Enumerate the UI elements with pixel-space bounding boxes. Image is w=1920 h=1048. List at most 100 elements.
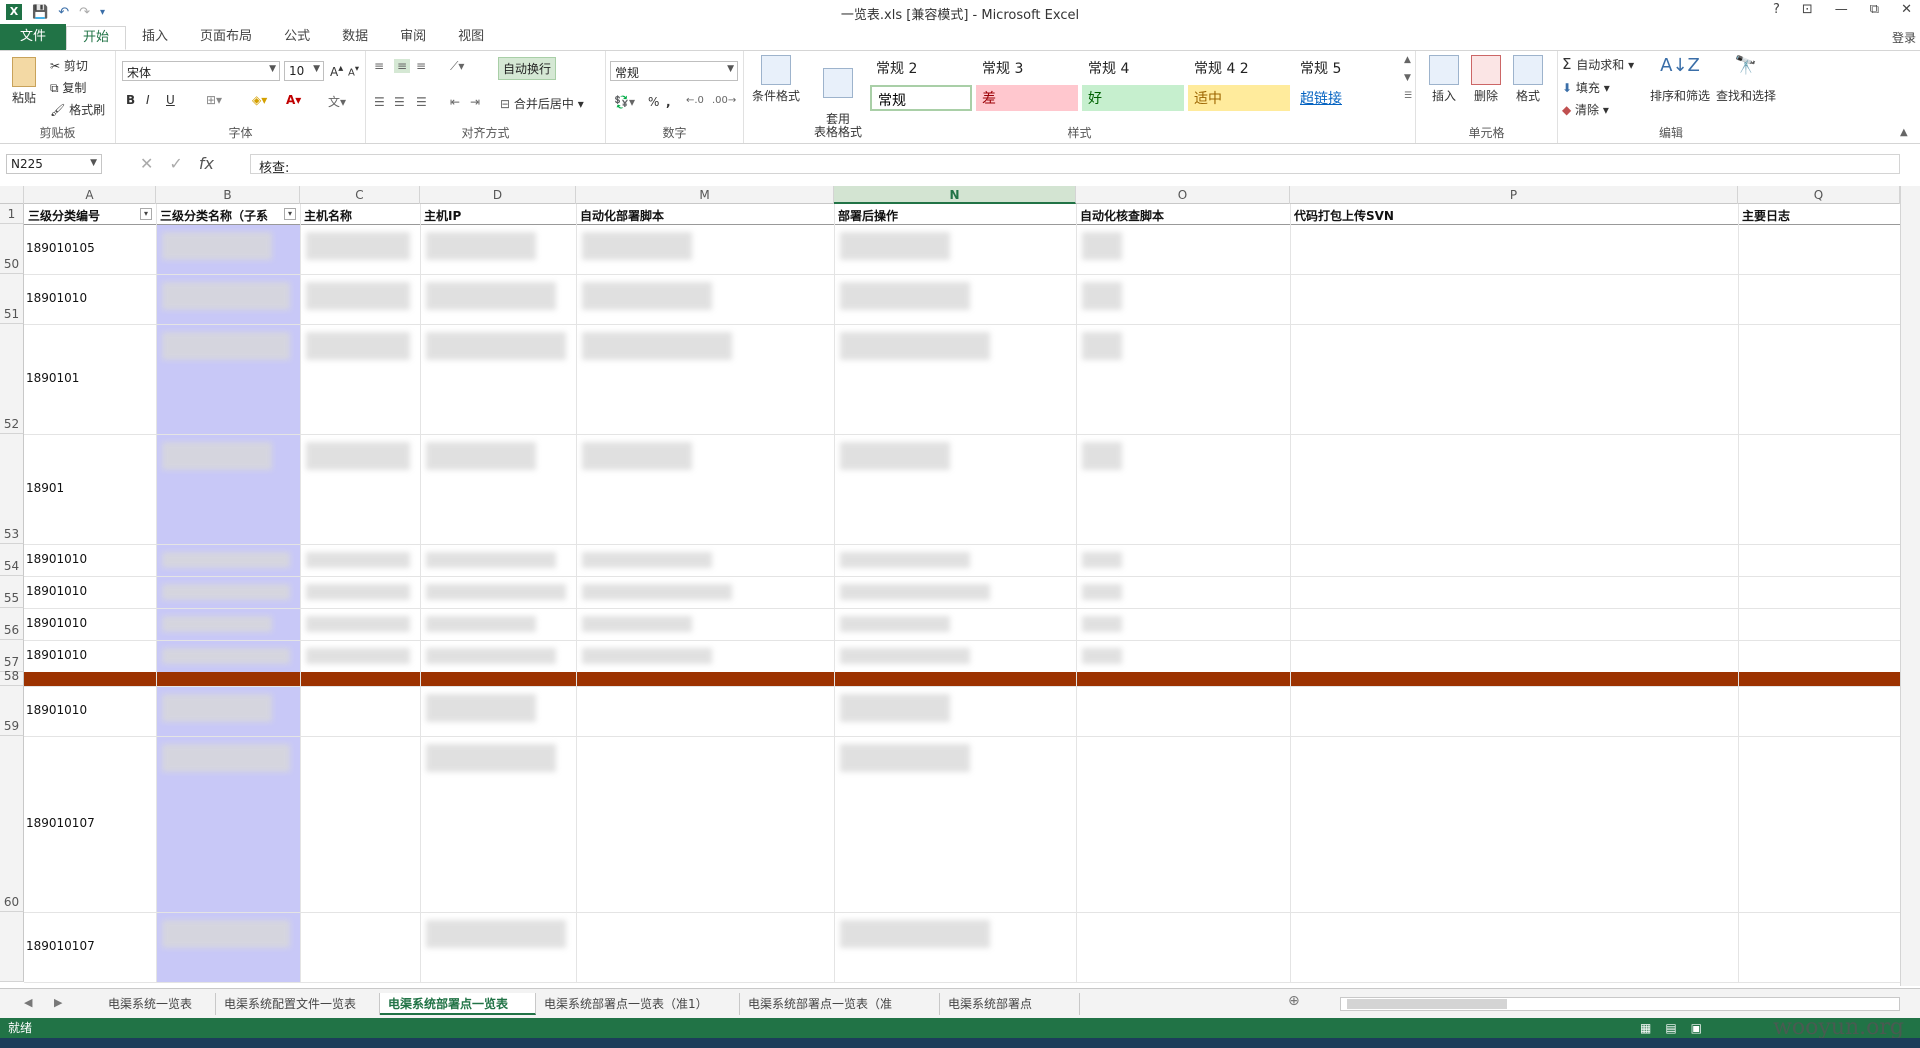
header-cell[interactable]: 主机IP xyxy=(424,207,560,224)
style-swatch[interactable]: 差 xyxy=(976,85,1078,111)
row-header[interactable]: 53 xyxy=(0,434,24,544)
insert-cells-button[interactable]: 插入 xyxy=(1424,55,1464,104)
sheet-tab[interactable]: 电渠系统部署点 xyxy=(940,993,1080,1015)
font-name-combo[interactable]: 宋体 ▼ xyxy=(122,61,280,81)
sheet-tab[interactable]: 电渠系统部署点一览表 xyxy=(380,993,536,1015)
align-bottom-icon[interactable]: ≡ xyxy=(416,59,426,73)
tab-page-layout[interactable]: 页面布局 xyxy=(184,26,268,50)
grow-font-icon[interactable]: A▴ xyxy=(330,63,343,79)
style-normal-4-2[interactable]: 常规 4 2 xyxy=(1188,55,1294,81)
comma-button[interactable]: , xyxy=(666,95,671,109)
minimize-button[interactable]: — xyxy=(1835,2,1848,17)
style-normal-2[interactable]: 常规 2 xyxy=(870,55,976,81)
cell-category-code[interactable]: 18901010 xyxy=(26,616,154,630)
tab-file[interactable]: 文件 xyxy=(0,24,67,50)
style-swatch[interactable]: 常规 xyxy=(870,85,972,111)
tab-data[interactable]: 数据 xyxy=(326,26,384,50)
sheet-tab[interactable]: 电渠系统部署点一览表（准1） xyxy=(536,993,740,1015)
merge-center-button[interactable]: ⊟ 合并后居中 ▾ xyxy=(500,95,584,112)
wrap-text-button[interactable]: 自动换行 xyxy=(498,57,557,80)
find-select-button[interactable]: 🔭 查找和选择 xyxy=(1716,55,1776,104)
copy-button[interactable]: ⧉ 复制 xyxy=(50,79,86,96)
column-header-d[interactable]: D xyxy=(420,186,576,204)
save-icon[interactable]: 💾 xyxy=(32,5,48,20)
clear-button[interactable]: ◆ 清除 ▾ xyxy=(1562,101,1609,118)
sheet-tab[interactable]: 电渠系统配置文件一览表 xyxy=(216,993,380,1015)
underline-button[interactable]: U xyxy=(166,93,175,107)
column-header-c[interactable]: C xyxy=(300,186,420,204)
column-header-n[interactable]: N xyxy=(834,186,1076,204)
accounting-format-icon[interactable]: 💱▾ xyxy=(614,95,635,109)
select-all-corner[interactable] xyxy=(0,186,24,204)
bold-button[interactable]: B xyxy=(126,93,135,107)
decrease-indent-icon[interactable]: ⇤ xyxy=(450,95,460,109)
borders-icon[interactable]: ⊞▾ xyxy=(206,93,222,107)
column-header-m[interactable]: M xyxy=(576,186,834,204)
formula-input[interactable]: 核查: xyxy=(250,154,1900,176)
row-header[interactable]: 54 xyxy=(0,544,24,576)
autosum-button[interactable]: Σ 自动求和 ▾ xyxy=(1562,55,1634,73)
increase-decimal-icon[interactable]: ←.0 xyxy=(686,95,704,106)
font-size-combo[interactable]: 10 ▼ xyxy=(284,61,324,81)
cell-category-code[interactable]: 18901010 xyxy=(26,291,154,305)
header-cell[interactable]: 三级分类名称（子系 xyxy=(160,207,284,224)
add-sheet-icon[interactable]: ⊕ xyxy=(1288,993,1300,1009)
collapse-ribbon-icon[interactable]: ▲ xyxy=(1900,127,1908,138)
style-swatch[interactable]: 适中 xyxy=(1188,85,1290,111)
number-format-combo[interactable]: 常规 ▼ xyxy=(610,61,738,81)
cell-category-code[interactable]: 18901010 xyxy=(26,552,154,566)
style-normal-4[interactable]: 常规 4 xyxy=(1082,55,1188,81)
gallery-more-icon[interactable]: ☰ xyxy=(1404,91,1412,101)
phonetic-icon[interactable]: 文▾ xyxy=(328,93,346,110)
worksheet-grid[interactable]: A B C D M N O P Q 1 三级分类编号 ▾ 三级分类名称（子系 ▾ 主机名称 主机IP 自动化部署… xyxy=(0,186,1920,986)
enter-icon[interactable]: ✓ xyxy=(169,154,182,173)
format-painter-button[interactable]: 🖌 格式刷 xyxy=(50,101,105,118)
sort-filter-button[interactable]: A↓Z 排序和筛选 xyxy=(1650,55,1710,104)
scrollbar-thumb[interactable] xyxy=(1347,999,1507,1009)
sheet-tab[interactable]: 电渠系统一览表 xyxy=(100,993,216,1015)
cell-category-code[interactable]: 18901 xyxy=(26,481,154,495)
sheet-tab[interactable]: 电渠系统部署点一览表（准 xyxy=(740,993,940,1015)
column-header-p[interactable]: P xyxy=(1290,186,1738,204)
cell-category-code[interactable]: 189010105 xyxy=(26,241,154,255)
cell-category-code[interactable]: 189010107 xyxy=(26,816,154,830)
paste-button[interactable]: 粘贴 xyxy=(8,57,40,106)
header-cell[interactable]: 主要日志 xyxy=(1742,207,1884,224)
increase-indent-icon[interactable]: ⇥ xyxy=(470,95,480,109)
align-right-icon[interactable]: ☰ xyxy=(416,95,427,109)
customize-quick-access-icon[interactable]: ▾ xyxy=(100,7,105,18)
row-header[interactable]: 59 xyxy=(0,686,24,736)
undo-icon[interactable]: ↶ xyxy=(58,5,69,20)
header-cell[interactable]: 自动化部署脚本 xyxy=(580,207,818,224)
horizontal-scrollbar[interactable] xyxy=(1340,997,1900,1011)
header-cell[interactable]: 自动化核查脚本 xyxy=(1080,207,1274,224)
row-header[interactable]: 50 xyxy=(0,224,24,274)
gallery-down-icon[interactable]: ▼ xyxy=(1404,73,1411,83)
view-buttons[interactable]: ▦▤▣ xyxy=(1640,1018,1716,1038)
name-box[interactable]: N225 ▼ xyxy=(6,154,102,174)
cell-category-code[interactable]: 189010107 xyxy=(26,939,154,953)
row-header[interactable]: 52 xyxy=(0,324,24,434)
insert-function-icon[interactable]: fx xyxy=(199,154,214,173)
filter-dropdown-icon[interactable]: ▾ xyxy=(140,208,152,220)
tab-formulas[interactable]: 公式 xyxy=(268,26,326,50)
ribbon-display-button[interactable]: ⊡ xyxy=(1802,2,1813,17)
prev-sheet-icon[interactable]: ◀ xyxy=(24,996,32,1009)
align-left-icon[interactable]: ☰ xyxy=(374,95,385,109)
decrease-decimal-icon[interactable]: .00→ xyxy=(712,95,736,106)
row-header[interactable] xyxy=(0,912,24,982)
tab-view[interactable]: 视图 xyxy=(442,26,500,50)
row-header[interactable]: 51 xyxy=(0,274,24,324)
style-swatch[interactable]: 好 xyxy=(1082,85,1184,111)
align-middle-icon[interactable]: ≡ xyxy=(394,59,411,73)
header-cell[interactable]: 三级分类编号 xyxy=(28,207,140,224)
row-header[interactable]: 1 xyxy=(0,204,24,224)
cancel-icon[interactable]: ✕ xyxy=(140,154,153,173)
next-sheet-icon[interactable]: ▶ xyxy=(54,996,62,1009)
header-cell[interactable]: 部署后操作 xyxy=(838,207,1060,224)
percent-button[interactable]: % xyxy=(648,95,659,109)
row-header[interactable]: 60 xyxy=(0,736,24,912)
align-center-icon[interactable]: ☰ xyxy=(394,95,405,109)
font-color-icon[interactable]: A▾ xyxy=(286,93,301,107)
tab-home[interactable]: 开始 xyxy=(66,26,127,50)
